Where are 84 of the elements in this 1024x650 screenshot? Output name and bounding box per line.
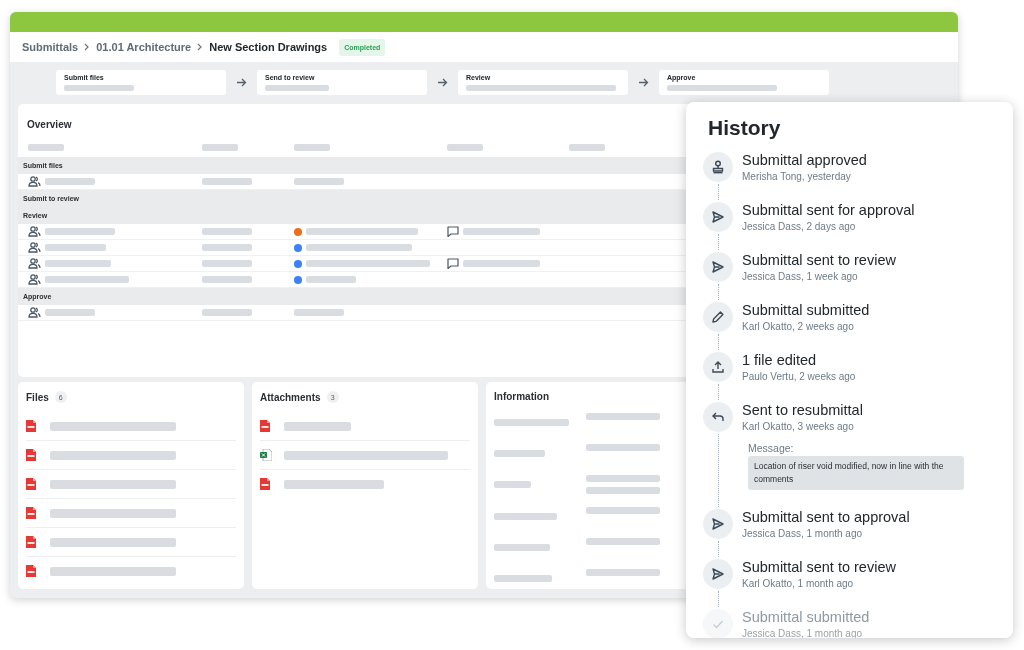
comment-icon xyxy=(447,226,459,237)
breadcrumb-link[interactable]: 01.01 Architecture xyxy=(96,41,192,53)
placeholder-bar xyxy=(45,309,95,316)
chevron-icon xyxy=(84,43,91,51)
placeholder-bar xyxy=(569,143,605,151)
event-title: Submittal approved xyxy=(742,152,867,169)
placeholder-bar xyxy=(294,309,344,316)
send-icon xyxy=(711,260,725,274)
event-meta: Karl Okatto, 2 weeks ago xyxy=(742,320,854,333)
pdf-icon xyxy=(26,420,36,432)
people-icon xyxy=(28,307,41,318)
card-title: Overview xyxy=(27,119,72,130)
event-title: Submittal sent for approval xyxy=(742,202,915,219)
placeholder-bar xyxy=(202,260,252,267)
pdf-icon xyxy=(26,507,36,519)
placeholder-bar xyxy=(494,544,550,552)
page-title: New Section Drawings xyxy=(209,41,328,53)
card-title: Information xyxy=(494,391,549,402)
send-icon xyxy=(711,210,725,224)
message-text: Location of riser void modified, now in line with the comments xyxy=(748,456,964,490)
placeholder-bar xyxy=(265,85,329,91)
placeholder-bar xyxy=(306,276,356,283)
placeholder-bar xyxy=(284,421,351,431)
event-title: Sent to resubmittal xyxy=(742,402,863,419)
placeholder-bar xyxy=(45,228,115,235)
stamp-icon xyxy=(711,160,725,174)
event-meta: Merisha Tong, yesterday xyxy=(742,170,851,183)
people-icon xyxy=(28,242,41,253)
pdf-icon xyxy=(26,565,36,577)
placeholder-bar xyxy=(202,143,238,151)
placeholder-bar xyxy=(202,228,252,235)
placeholder-bar xyxy=(28,143,64,151)
placeholder-bar xyxy=(45,260,111,267)
placeholder-bar xyxy=(202,309,252,316)
placeholder-bar xyxy=(202,178,252,185)
pdf-icon xyxy=(260,478,270,490)
card-title: Files xyxy=(26,391,49,403)
pencil-icon xyxy=(711,310,725,324)
placeholder-bar xyxy=(494,575,552,583)
spreadsheet-icon xyxy=(260,449,272,461)
upload-icon xyxy=(711,360,725,374)
card-title: Attachments xyxy=(260,391,321,403)
panel-title: History xyxy=(708,116,781,140)
event-title: Submittal submitted xyxy=(742,302,870,319)
event-title: Submittal submitted xyxy=(742,609,870,626)
placeholder-bar xyxy=(45,178,95,185)
pdf-icon xyxy=(26,478,36,490)
people-icon xyxy=(28,226,41,237)
message-label: Message: xyxy=(748,442,794,454)
people-icon xyxy=(28,176,41,187)
event-title: Submittal sent to approval xyxy=(742,509,910,526)
event-meta: Jessica Dass, 2 days ago xyxy=(742,220,856,233)
reply-icon xyxy=(711,410,725,424)
pdf-icon xyxy=(260,420,270,432)
breadcrumb-link[interactable]: Submittals xyxy=(22,41,79,53)
placeholder-bar xyxy=(202,276,252,283)
placeholder-bar xyxy=(45,244,106,251)
chevron-icon xyxy=(197,43,204,51)
people-icon xyxy=(28,274,41,285)
send-icon xyxy=(711,517,725,531)
placeholder-bar xyxy=(64,85,134,91)
arrow-icon xyxy=(437,78,448,87)
event-title: 1 file edited xyxy=(742,352,817,369)
placeholder-bar xyxy=(447,143,483,151)
pdf-icon xyxy=(26,449,36,461)
event-meta: Paulo Vertu, 2 weeks ago xyxy=(742,370,856,383)
placeholder-bar xyxy=(294,143,330,151)
arrow-icon xyxy=(638,78,649,87)
people-icon xyxy=(28,258,41,269)
event-meta: Karl Okatto, 3 weeks ago xyxy=(742,420,854,433)
event-meta: Karl Okatto, 1 month ago xyxy=(742,577,854,590)
placeholder-bar xyxy=(494,513,557,521)
arrow-icon xyxy=(236,78,247,87)
comment-icon xyxy=(447,258,459,269)
event-meta: Jessica Dass, 1 month ago xyxy=(742,527,863,540)
event-title: Submittal sent to review xyxy=(742,252,896,269)
event-meta: Jessica Dass, 1 week ago xyxy=(742,270,858,283)
event-title: Submittal sent to review xyxy=(742,559,896,576)
pdf-icon xyxy=(26,536,36,548)
placeholder-bar xyxy=(202,244,252,251)
placeholder-bar xyxy=(494,481,531,489)
placeholder-bar xyxy=(494,450,545,458)
send-icon xyxy=(711,567,725,581)
placeholder-bar xyxy=(294,178,344,185)
